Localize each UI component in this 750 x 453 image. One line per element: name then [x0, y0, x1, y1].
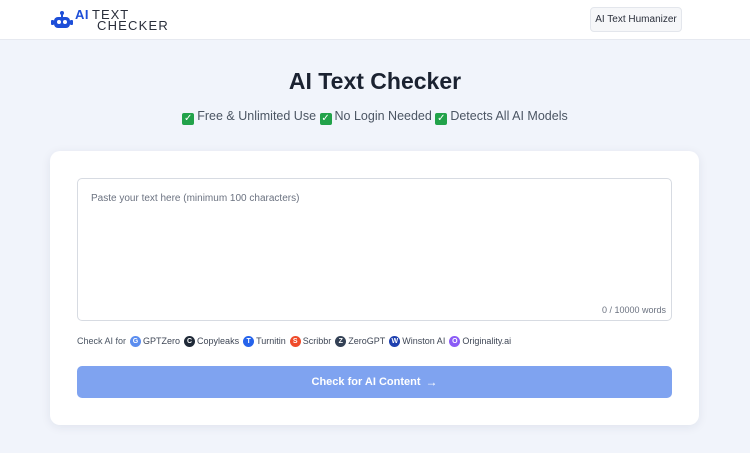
zerogpt-icon: Z — [335, 335, 347, 347]
check-ai-content-button[interactable]: Check for AI Content → — [77, 366, 672, 398]
detector-item: G GPTZero — [130, 335, 181, 347]
checker-card: 0 / 10000 words Check AI for GGPTZeroCCo… — [50, 151, 699, 425]
detector-name: GPTZero — [143, 336, 181, 346]
detector-item: C Copyleaks — [184, 335, 240, 347]
detector-name: Scribbr — [302, 336, 332, 346]
page-title: AI Text Checker — [288, 68, 462, 94]
robot-logo-icon — [51, 11, 73, 28]
detector-name: Turnitin — [256, 336, 286, 346]
detector-item: O Originality.ai — [449, 335, 512, 347]
feature-item: No Login Needed — [334, 109, 432, 123]
feature-list: ✓ Free & Unlimited Use ✓ No Login Needed ✓… — [0, 109, 750, 125]
detector-name: Originality.ai — [462, 336, 512, 346]
logo-checker-word: CHECKER — [97, 18, 169, 33]
detector-name: Copyleaks — [197, 336, 240, 346]
originality-icon: O — [449, 335, 461, 347]
check-for-label: Check AI for — [77, 336, 127, 346]
detector-item: T Turnitin — [243, 335, 286, 347]
winston-icon: W — [389, 335, 401, 347]
scribbr-icon: S — [289, 335, 301, 347]
checkmark-icon: ✓ — [319, 113, 332, 125]
checkmark-icon: ✓ — [435, 113, 448, 125]
logo-wordmark: AI TEXT CHECKER — [75, 7, 169, 33]
copyleaks-icon: C — [184, 335, 196, 347]
gptzero-icon: G — [130, 335, 142, 347]
text-input[interactable] — [78, 179, 671, 320]
ai-text-humanizer-button[interactable]: AI Text Humanizer — [590, 7, 682, 32]
word-counter: 0 / 10000 words — [601, 305, 666, 315]
detector-name: Winston AI — [402, 336, 446, 346]
detector-item: S Scribbr — [289, 335, 332, 347]
top-header: AI TEXT CHECKER AI Text Humanizer — [0, 0, 750, 40]
text-input-wrapper: 0 / 10000 words — [77, 178, 672, 321]
site-logo[interactable]: AI TEXT CHECKER — [51, 8, 169, 32]
detector-list: Check AI for G GPTZero C Copyleaks T Turnitin… — [77, 334, 515, 348]
arrow-right-icon: → — [425, 375, 438, 389]
check-button-label: Check for AI Content — [311, 376, 421, 388]
feature-item: Free & Unlimited Use — [197, 109, 317, 123]
checkmark-icon: ✓ — [182, 113, 195, 125]
turnitin-icon: T — [243, 335, 255, 347]
logo-ai-text: AI — [75, 7, 89, 22]
feature-item: Detects All AI Models — [450, 109, 568, 123]
detector-item: Z ZeroGPT — [335, 335, 386, 347]
detector-name: ZeroGPT — [348, 336, 386, 346]
detector-item: W Winston AI — [389, 335, 446, 347]
